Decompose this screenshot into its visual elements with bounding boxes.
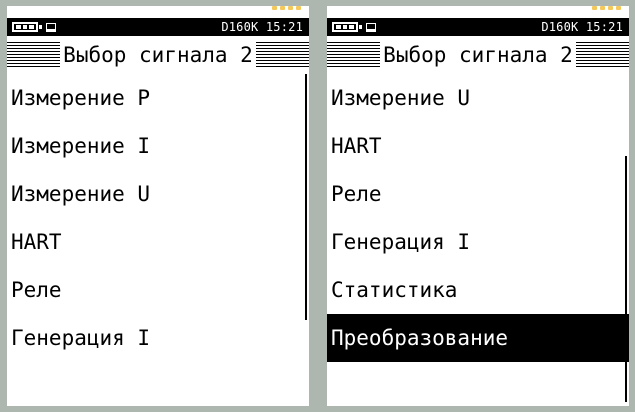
plug-icon xyxy=(366,22,376,32)
menu-item[interactable]: Генерация I xyxy=(327,218,629,266)
indicator-dots xyxy=(272,6,301,12)
battery-icon xyxy=(332,22,362,32)
title-stripes-left xyxy=(327,42,381,68)
menu-item[interactable]: Измерение U xyxy=(327,74,629,122)
menu-item[interactable]: Измерение I xyxy=(7,122,309,170)
device-screen-left: D160K 15:21 Выбор сигнала 2 Измерение P … xyxy=(7,6,309,406)
page-title: Выбор сигнала 2 xyxy=(60,43,256,67)
title-stripes-left xyxy=(7,42,61,68)
menu-item[interactable]: Реле xyxy=(7,266,309,314)
menu-item[interactable]: Измерение U xyxy=(7,170,309,218)
title-stripes-right xyxy=(575,42,629,68)
signal-menu: Измерение P Измерение I Измерение U HART… xyxy=(7,74,309,362)
menu-item[interactable]: Измерение P xyxy=(7,74,309,122)
status-bar: D160K 15:21 xyxy=(327,18,629,36)
signal-menu: Измерение U HART Реле Генерация I Статис… xyxy=(327,74,629,362)
title-stripes-right xyxy=(255,42,309,68)
scrollbar[interactable] xyxy=(305,74,307,320)
title-bar: Выбор сигнала 2 xyxy=(7,38,309,72)
menu-item[interactable]: Реле xyxy=(327,170,629,218)
menu-item[interactable]: HART xyxy=(7,218,309,266)
page-title: Выбор сигнала 2 xyxy=(380,43,576,67)
scrollbar[interactable] xyxy=(625,156,627,402)
menu-item[interactable]: HART xyxy=(327,122,629,170)
title-bar: Выбор сигнала 2 xyxy=(327,38,629,72)
plug-icon xyxy=(46,22,56,32)
battery-icon xyxy=(12,22,42,32)
indicator-dots xyxy=(592,6,621,12)
status-bar: D160K 15:21 xyxy=(7,18,309,36)
menu-item[interactable]: Генерация I xyxy=(7,314,309,362)
device-screen-right: D160K 15:21 Выбор сигнала 2 Измерение U … xyxy=(327,6,629,406)
status-text: D160K 15:21 xyxy=(541,20,623,34)
menu-item[interactable]: Статистика xyxy=(327,266,629,314)
menu-item-selected[interactable]: Преобразование xyxy=(327,314,629,362)
status-text: D160K 15:21 xyxy=(221,20,303,34)
